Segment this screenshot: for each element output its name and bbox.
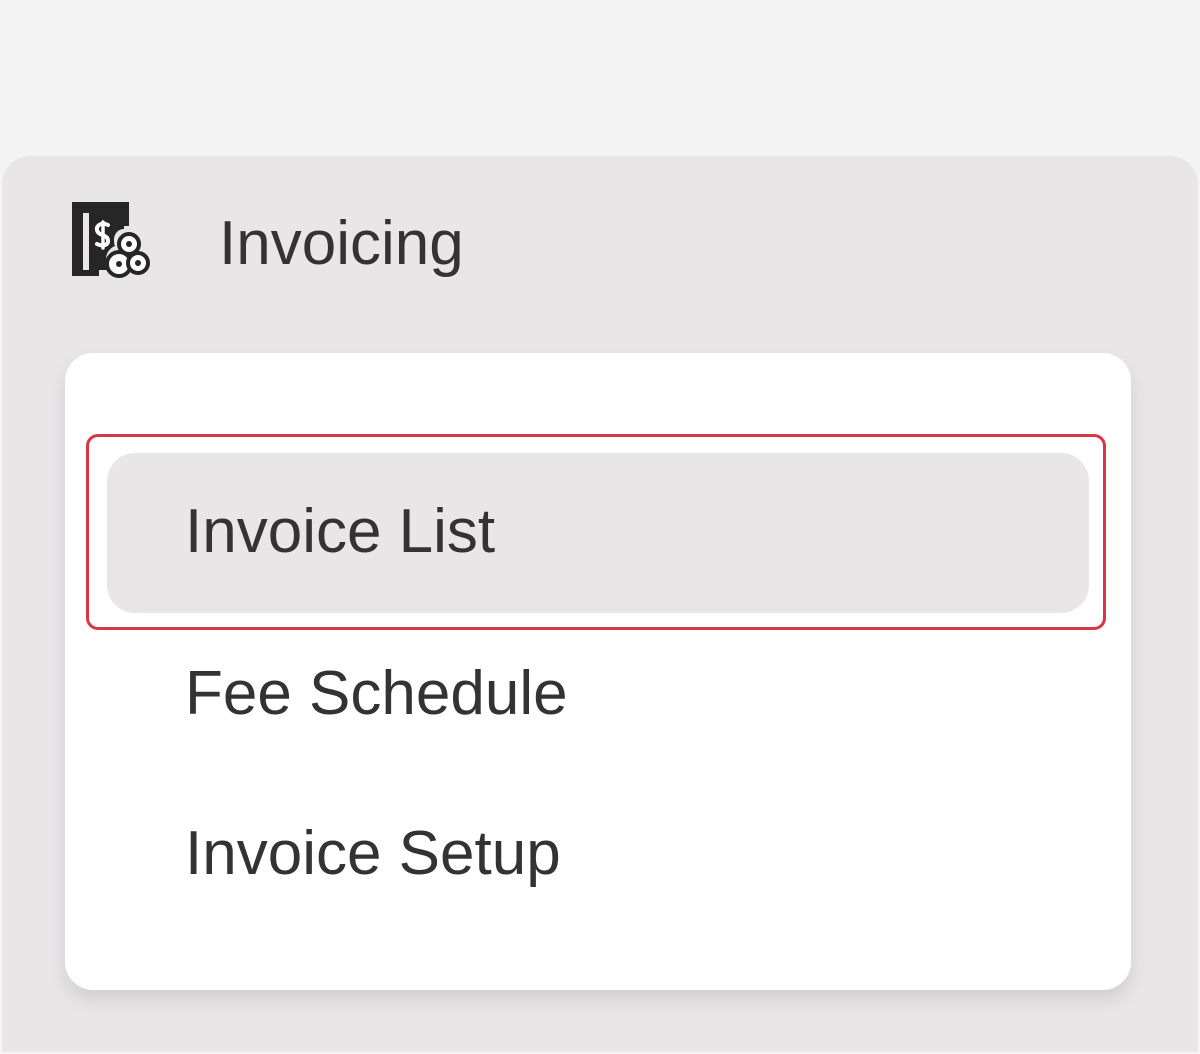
menu-item-label: Invoice Setup xyxy=(185,819,561,888)
menu-item-fee-schedule[interactable]: Fee Schedule xyxy=(107,615,1089,775)
invoicing-section-header[interactable]: Invoicing xyxy=(2,156,1198,336)
menu-item-invoice-setup[interactable]: Invoice Setup xyxy=(107,775,1089,935)
menu-item-label: Fee Schedule xyxy=(185,659,568,728)
invoice-settings-icon xyxy=(68,198,150,284)
menu-item-label: Invoice List xyxy=(185,497,496,566)
invoicing-submenu: Invoice List Fee Schedule Invoice Setup xyxy=(65,353,1131,990)
menu-item-invoice-list[interactable]: Invoice List xyxy=(107,453,1089,613)
invoicing-panel: Invoicing Invoice List Fee Schedule Invo… xyxy=(2,156,1198,1052)
section-title: Invoicing xyxy=(219,209,464,278)
